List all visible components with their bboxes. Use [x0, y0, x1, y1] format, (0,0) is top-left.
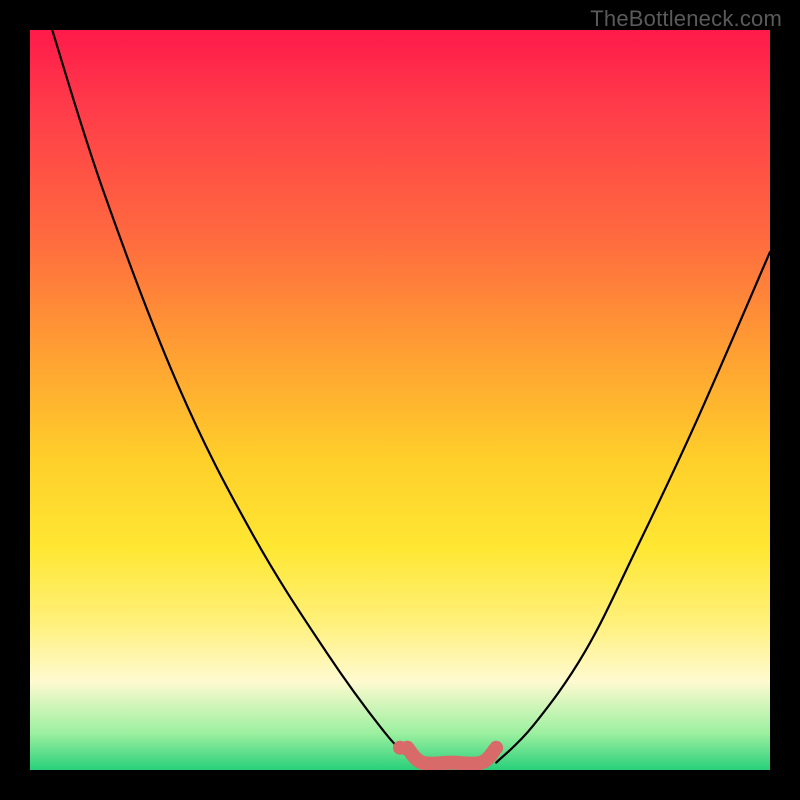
watermark-text: TheBottleneck.com	[590, 6, 782, 32]
chart-svg	[30, 30, 770, 770]
chart-plot-area	[30, 30, 770, 770]
right-curve	[496, 252, 770, 763]
left-curve	[52, 30, 415, 763]
chart-frame: TheBottleneck.com	[0, 0, 800, 800]
chart-lines	[52, 30, 770, 764]
bottom-highlight-line	[407, 748, 496, 764]
left-dot	[393, 741, 407, 755]
